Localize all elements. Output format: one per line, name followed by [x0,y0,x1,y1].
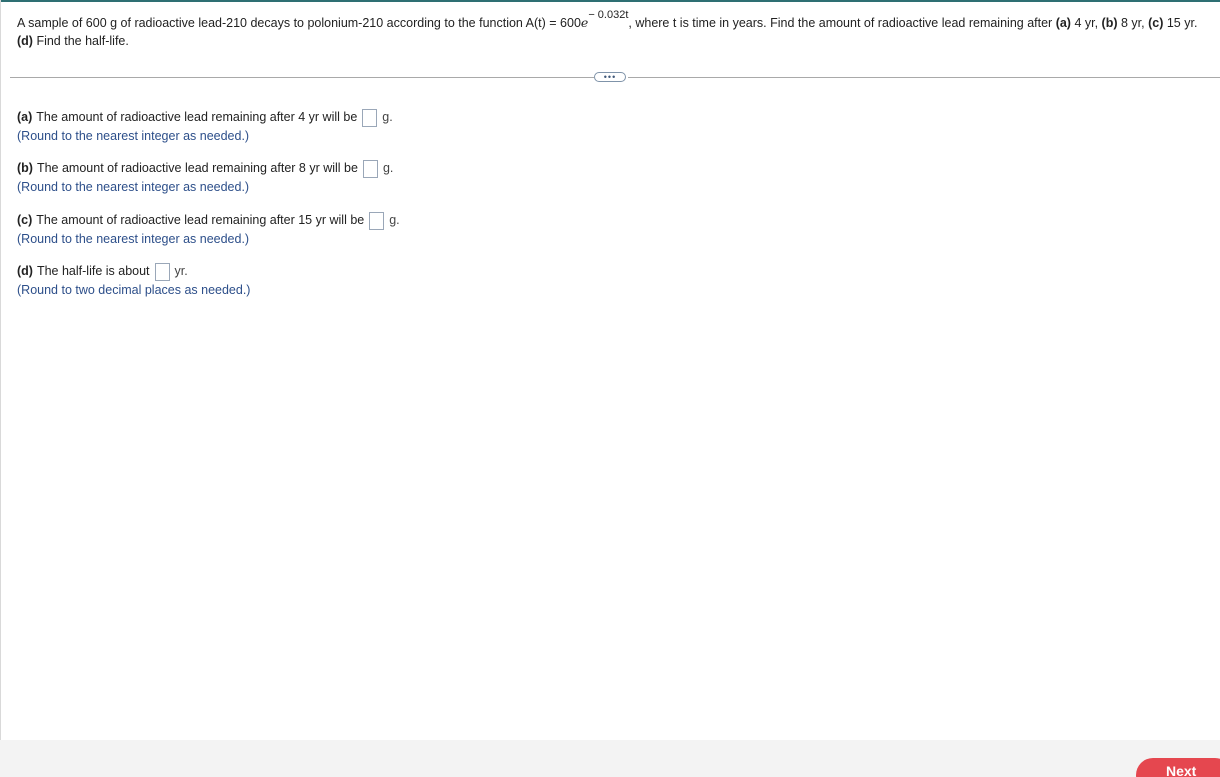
divider-right [628,77,1220,78]
answer-input-b[interactable] [362,159,378,178]
question-label-a: (a) [1055,16,1071,30]
question-text: A sample of 600 g of radioactive lead-21… [17,10,1212,50]
question-label-b: (b) [1101,16,1118,30]
question-after-function: , where t is time in years. Find the amo… [628,16,1056,30]
divider-left [10,77,594,78]
part-a: (a) The amount of radioactive lead remai… [17,108,393,146]
top-border [0,0,1220,2]
part-b-text: The amount of radioactive lead remaining… [36,161,358,175]
part-c-hint: (Round to the nearest integer as needed.… [17,232,250,246]
part-c: (c) The amount of radioactive lead remai… [17,211,400,249]
exponent: − 0.032t [588,9,629,21]
part-d-line: (d) The half-life is about yr. [17,262,250,281]
part-c-line: (c) The amount of radioactive lead remai… [17,211,400,230]
part-c-label: (c) [17,213,33,227]
question-label-c: (c) [1148,16,1164,30]
part-b-line: (b) The amount of radioactive lead remai… [17,159,393,178]
question-intro: A sample of 600 g of radioactive lead-21… [17,16,581,30]
question-value-c: 15 yr. [1163,16,1198,30]
next-button[interactable]: Next [1136,758,1220,777]
part-b: (b) The amount of radioactive lead remai… [17,159,393,197]
part-c-text: The amount of radioactive lead remaining… [36,213,365,227]
footer-bar [0,740,1220,777]
answer-input-d[interactable] [154,262,170,281]
part-d-unit: yr. [174,264,188,278]
part-a-text: The amount of radioactive lead remaining… [36,110,358,124]
part-b-unit: g. [382,161,394,175]
part-a-label: (a) [17,110,33,124]
answer-input-c[interactable] [369,211,385,230]
part-d-label: (d) [17,264,33,278]
page: A sample of 600 g of radioactive lead-21… [0,0,1220,777]
question-value-d: Find the half-life. [32,34,129,48]
part-d: (d) The half-life is about yr. (Round to… [17,262,250,300]
question-value-b: 8 yr, [1117,16,1149,30]
left-border [0,0,1,740]
part-c-unit: g. [389,213,400,227]
answer-input-a[interactable] [362,108,378,127]
part-d-hint: (Round to two decimal places as needed.) [17,283,251,297]
part-a-hint: (Round to the nearest integer as needed.… [17,129,250,143]
expand-more-button[interactable]: ••• [594,72,626,82]
part-b-label: (b) [17,161,33,175]
part-b-hint: (Round to the nearest integer as needed.… [17,180,250,194]
part-d-text: The half-life is about [36,264,150,278]
question-value-a: 4 yr, [1070,16,1102,30]
part-a-unit: g. [382,110,393,124]
question-label-d: (d) [17,34,33,48]
part-a-line: (a) The amount of radioactive lead remai… [17,108,393,127]
